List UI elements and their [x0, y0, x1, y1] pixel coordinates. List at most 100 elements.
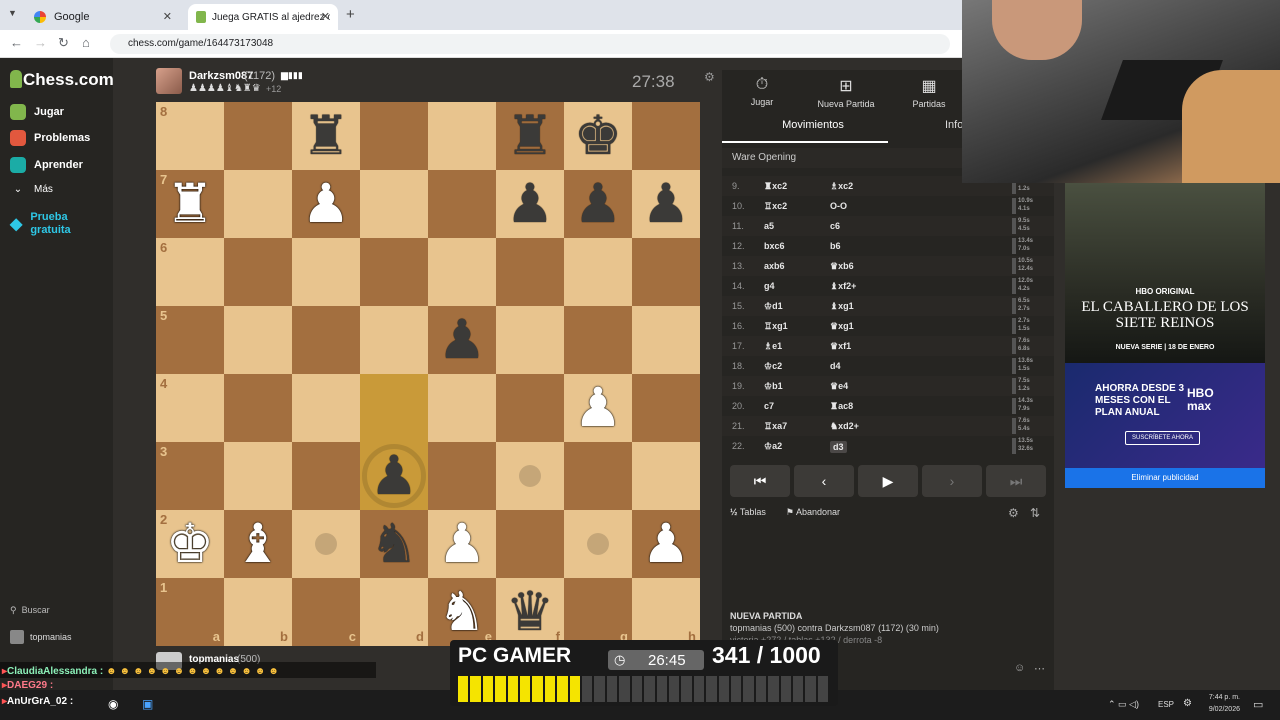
sidebar-search[interactable]: ⚲ Buscar [10, 605, 50, 616]
white-move[interactable]: bxc6 [764, 241, 785, 251]
black-piece[interactable]: ♚ [574, 109, 622, 163]
board-square-d8[interactable] [360, 102, 428, 170]
board-square-g5[interactable] [564, 306, 632, 374]
board-square-f4[interactable] [496, 374, 564, 442]
black-piece[interactable]: ♟ [642, 177, 690, 231]
black-piece[interactable]: ♟ [574, 177, 622, 231]
board-square-f2[interactable] [496, 510, 564, 578]
white-move[interactable]: ♖xc2 [764, 201, 787, 212]
board-square-c6[interactable] [292, 238, 360, 306]
black-move[interactable]: ♛xf1 [830, 341, 851, 352]
board-square-f1[interactable]: f ♛ [496, 578, 564, 646]
tab-jugar[interactable]: ⏱ Jugar [742, 76, 782, 107]
board-square-a6[interactable]: 6 [156, 238, 224, 306]
board-square-a4[interactable]: 4 [156, 374, 224, 442]
black-move[interactable]: ♝xg1 [830, 301, 854, 312]
tab-nueva-partida[interactable]: ⊞ Nueva Partida [815, 76, 877, 109]
move-hint[interactable] [587, 533, 609, 555]
ad-cta-button[interactable]: SUSCRÍBETE AHORA [1125, 431, 1201, 445]
board-square-b2[interactable]: ♝ [224, 510, 292, 578]
board-square-b1[interactable]: b [224, 578, 292, 646]
board-square-c1[interactable]: c [292, 578, 360, 646]
black-move[interactable]: d4 [830, 361, 841, 371]
black-piece[interactable]: ♟ [506, 177, 554, 231]
tab-chess[interactable]: Juega GRATIS al ajedrez online ✕ [188, 4, 338, 30]
board-square-h5[interactable] [632, 306, 700, 374]
url-field[interactable]: chess.com/game/164473173048 [110, 34, 950, 54]
board-square-f6[interactable] [496, 238, 564, 306]
move-hint[interactable] [315, 533, 337, 555]
board-square-g6[interactable] [564, 238, 632, 306]
tab-partidas[interactable]: ▦ Partidas [909, 76, 949, 109]
flip-board-icon[interactable]: ⇅ [1030, 506, 1040, 520]
black-piece[interactable]: ♟ [438, 313, 486, 367]
forward-icon[interactable]: → [34, 35, 47, 50]
draw-button[interactable]: ½ Tablas [730, 507, 766, 518]
black-piece[interactable]: ♞ [370, 517, 418, 571]
board-square-c3[interactable] [292, 442, 360, 510]
chess-board[interactable]: 8 ♜ ♜ ♚ 7 ♜ ♟ ♟ ♟ ♟ 6 5 ♟ 4 ♟ 3 ♟ 2 ♚ ♝ ♞ ♟ ♟ 1 a b c d e ♞ f ♛ g h [156, 102, 700, 646]
notification-icon[interactable]: ▭ [1253, 698, 1263, 711]
board-square-e2[interactable]: ♟ [428, 510, 496, 578]
white-move[interactable]: ♔a2 [764, 441, 782, 452]
board-square-a2[interactable]: 2 ♚ [156, 510, 224, 578]
analysis-icon[interactable]: ⚙ [1008, 506, 1019, 520]
new-tab-icon[interactable]: + [346, 6, 355, 23]
tab-search-icon[interactable]: ▼ [8, 8, 17, 18]
white-move[interactable]: ♜xc2 [764, 181, 787, 192]
board-square-h7[interactable]: ♟ [632, 170, 700, 238]
gear-icon[interactable]: ⚙ [704, 70, 715, 84]
black-move[interactable]: ♛e4 [830, 381, 848, 392]
white-move[interactable]: axb6 [764, 261, 785, 271]
board-square-e8[interactable] [428, 102, 496, 170]
move-hint[interactable] [362, 444, 426, 508]
board-square-a1[interactable]: 1a [156, 578, 224, 646]
board-square-b5[interactable] [224, 306, 292, 374]
black-move[interactable]: ♛xg1 [830, 321, 854, 332]
board-square-h6[interactable] [632, 238, 700, 306]
gear-icon[interactable]: ⚙ [1183, 698, 1192, 709]
white-piece[interactable]: ♜ [166, 177, 214, 231]
board-square-h4[interactable] [632, 374, 700, 442]
board-square-g2[interactable] [564, 510, 632, 578]
board-square-d7[interactable] [360, 170, 428, 238]
sidebar-user[interactable]: topmanias [10, 630, 72, 644]
sidebar-item-problemas[interactable]: Problemas [10, 130, 90, 146]
black-move[interactable]: ♝xf2+ [830, 281, 856, 292]
board-square-h1[interactable]: h [632, 578, 700, 646]
black-piece[interactable]: ♛ [506, 585, 554, 639]
board-square-e1[interactable]: e ♞ [428, 578, 496, 646]
board-square-f3[interactable] [496, 442, 564, 510]
black-move[interactable]: d3 [830, 441, 847, 453]
first-move-button[interactable]: ⏮ [730, 465, 790, 497]
white-move[interactable]: ♔d1 [764, 301, 783, 312]
board-square-c2[interactable] [292, 510, 360, 578]
avatar[interactable] [156, 68, 182, 94]
black-piece[interactable]: ♜ [302, 109, 350, 163]
black-move[interactable]: b6 [830, 241, 841, 251]
black-move[interactable]: O-O [830, 201, 847, 211]
last-move-button[interactable]: ⏭ [986, 465, 1046, 497]
board-square-e3[interactable] [428, 442, 496, 510]
previous-move-button[interactable]: ‹ [794, 465, 854, 497]
board-square-g4[interactable]: ♟ [564, 374, 632, 442]
sidebar-item-aprender[interactable]: Aprender [10, 157, 83, 173]
white-move[interactable]: g4 [764, 281, 775, 291]
sidebar-item-mas[interactable]: ⌄ Más [10, 184, 53, 195]
board-square-a8[interactable]: 8 [156, 102, 224, 170]
board-square-a7[interactable]: 7 ♜ [156, 170, 224, 238]
chess-logo[interactable]: Chess.com [10, 70, 114, 90]
white-piece[interactable]: ♟ [642, 517, 690, 571]
white-move[interactable]: c7 [764, 401, 774, 411]
board-square-f7[interactable]: ♟ [496, 170, 564, 238]
move-hint[interactable] [519, 465, 541, 487]
board-square-g1[interactable]: g [564, 578, 632, 646]
close-tab-icon[interactable]: ✕ [321, 10, 330, 23]
white-piece[interactable]: ♟ [438, 517, 486, 571]
board-square-a3[interactable]: 3 [156, 442, 224, 510]
board-square-b3[interactable] [224, 442, 292, 510]
board-square-b4[interactable] [224, 374, 292, 442]
board-square-b7[interactable] [224, 170, 292, 238]
board-square-c7[interactable]: ♟ [292, 170, 360, 238]
white-piece[interactable]: ♚ [166, 517, 214, 571]
